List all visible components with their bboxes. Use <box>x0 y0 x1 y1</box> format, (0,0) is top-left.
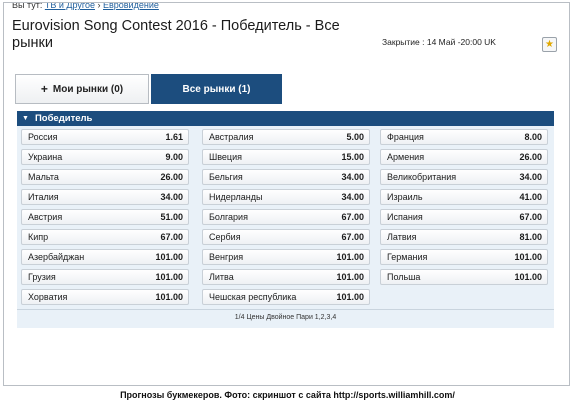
selection-name: Армения <box>387 152 425 162</box>
selection-name: Хорватия <box>28 292 68 302</box>
selection-odds: 9.00 <box>165 152 183 162</box>
selection-odds: 101.00 <box>155 292 183 302</box>
selection-odds: 101.00 <box>155 252 183 262</box>
selection-name: Испания <box>387 212 423 222</box>
selection-odds: 34.00 <box>519 172 542 182</box>
selections-grid: 1/4 Цены Двойное Пари 1,2,3,4 Россия 1.61… <box>17 126 554 328</box>
selection-button[interactable]: Великобритания 34.00 <box>380 169 548 185</box>
selection-odds: 101.00 <box>336 252 364 262</box>
selection-name: Россия <box>28 132 58 142</box>
selection-button[interactable]: Азербайджан 101.00 <box>21 249 189 265</box>
selection-button[interactable]: Франция 8.00 <box>380 129 548 145</box>
market-section: ▼ Победитель 1/4 Цены Двойное Пари 1,2,3… <box>17 111 554 329</box>
selection-button[interactable]: Испания 67.00 <box>380 209 548 225</box>
selection-button[interactable]: Армения 26.00 <box>380 149 548 165</box>
selection-button[interactable]: Мальта 26.00 <box>21 169 189 185</box>
tab-all-markets-label: Все рынки (1) <box>182 83 251 95</box>
breadcrumb-prefix: Вы тут: <box>12 2 43 10</box>
selection-name: Бельгия <box>209 172 243 182</box>
selection-odds: 15.00 <box>341 152 364 162</box>
selection-name: Азербайджан <box>28 252 85 262</box>
selection-button[interactable]: Израиль 41.00 <box>380 189 548 205</box>
selection-button[interactable]: Россия 1.61 <box>21 129 189 145</box>
selection-odds: 101.00 <box>514 252 542 262</box>
plus-icon: + <box>40 82 48 96</box>
selection-button[interactable]: Кипр 67.00 <box>21 229 189 245</box>
selection-button[interactable]: Чешская республика 101.00 <box>202 289 370 305</box>
tab-my-markets[interactable]: + Мои рынки (0) <box>15 74 149 104</box>
selection-button[interactable]: Италия 34.00 <box>21 189 189 205</box>
selection-odds: 101.00 <box>336 272 364 282</box>
selection-name: Венгрия <box>209 252 244 262</box>
selection-name: Кипр <box>28 232 49 242</box>
selection-button[interactable]: Болгария 67.00 <box>202 209 370 225</box>
selection-odds: 26.00 <box>160 172 183 182</box>
selection-name: Грузия <box>28 272 56 282</box>
selection-odds: 67.00 <box>341 232 364 242</box>
selection-odds: 1.61 <box>165 132 183 142</box>
selection-name: Германия <box>387 252 428 262</box>
selection-button[interactable]: Польша 101.00 <box>380 269 548 285</box>
selection-name: Украина <box>28 152 63 162</box>
market-title: Победитель <box>34 113 93 124</box>
selection-odds: 41.00 <box>519 192 542 202</box>
selection-name: Латвия <box>387 232 417 242</box>
breadcrumb-link-tv[interactable]: ТВ и Другое <box>45 3 95 10</box>
selection-name: Израиль <box>387 192 423 202</box>
selection-name: Чешская республика <box>209 292 297 302</box>
selection-button[interactable]: Австралия 5.00 <box>202 129 370 145</box>
selection-name: Болгария <box>209 212 248 222</box>
selection-name: Италия <box>28 192 59 202</box>
selection-name: Литва <box>209 272 234 282</box>
closing-time: Закрытие : 14 Май -20:00 UK <box>382 37 496 47</box>
selection-name: Великобритания <box>387 172 457 182</box>
selection-button[interactable]: Сербия 67.00 <box>202 229 370 245</box>
triangle-down-icon: ▼ <box>22 115 29 122</box>
selection-button[interactable]: Германия 101.00 <box>380 249 548 265</box>
selection-button[interactable]: Латвия 81.00 <box>380 229 548 245</box>
selection-name: Австрия <box>28 212 63 222</box>
selection-odds: 51.00 <box>160 212 183 222</box>
selection-odds: 5.00 <box>346 132 364 142</box>
selection-button[interactable]: Нидерланды 34.00 <box>202 189 370 205</box>
selection-odds: 67.00 <box>160 232 183 242</box>
breadcrumb: Вы тут: ТВ и Другое › Евровидение <box>12 2 159 10</box>
selection-name: Австралия <box>209 132 254 142</box>
breadcrumb-link-eurovision[interactable]: Евровидение <box>103 3 159 10</box>
selection-name: Сербия <box>209 232 241 242</box>
selection-odds: 67.00 <box>519 212 542 222</box>
selection-name: Польша <box>387 272 421 282</box>
selection-button[interactable]: Хорватия 101.00 <box>21 289 189 305</box>
selection-odds: 101.00 <box>336 292 364 302</box>
selection-odds: 81.00 <box>519 232 542 242</box>
selection-odds: 34.00 <box>341 192 364 202</box>
selection-name: Нидерланды <box>209 192 263 202</box>
selection-odds: 101.00 <box>155 272 183 282</box>
selection-button[interactable]: Венгрия 101.00 <box>202 249 370 265</box>
selection-odds: 34.00 <box>160 192 183 202</box>
selection-name: Швеция <box>209 152 242 162</box>
selection-odds: 101.00 <box>514 272 542 282</box>
each-way-terms: 1/4 Цены Двойное Пари 1,2,3,4 <box>17 309 554 325</box>
market-header[interactable]: ▼ Победитель <box>17 111 554 126</box>
selection-odds: 8.00 <box>524 132 542 142</box>
selection-odds: 26.00 <box>519 152 542 162</box>
selection-button[interactable]: Грузия 101.00 <box>21 269 189 285</box>
selection-name: Мальта <box>28 172 59 182</box>
selection-odds: 34.00 <box>341 172 364 182</box>
tab-my-markets-label: Мои рынки (0) <box>52 83 124 95</box>
tab-all-markets[interactable]: Все рынки (1) <box>151 74 282 104</box>
selection-button[interactable]: Бельгия 34.00 <box>202 169 370 185</box>
favourite-star-icon[interactable]: ★ <box>542 37 557 52</box>
screenshot-frame: Вы тут: ТВ и Другое › Евровидение Eurovi… <box>3 2 570 386</box>
selection-odds: 67.00 <box>341 212 364 222</box>
photo-caption: Прогнозы букмекеров. Фото: скриншот с са… <box>120 390 455 400</box>
selection-name: Франция <box>387 132 424 142</box>
page-title: Eurovision Song Contest 2016 - Победител… <box>12 18 340 51</box>
selection-button[interactable]: Австрия 51.00 <box>21 209 189 225</box>
selection-button[interactable]: Швеция 15.00 <box>202 149 370 165</box>
selection-button[interactable]: Литва 101.00 <box>202 269 370 285</box>
selection-button[interactable]: Украина 9.00 <box>21 149 189 165</box>
